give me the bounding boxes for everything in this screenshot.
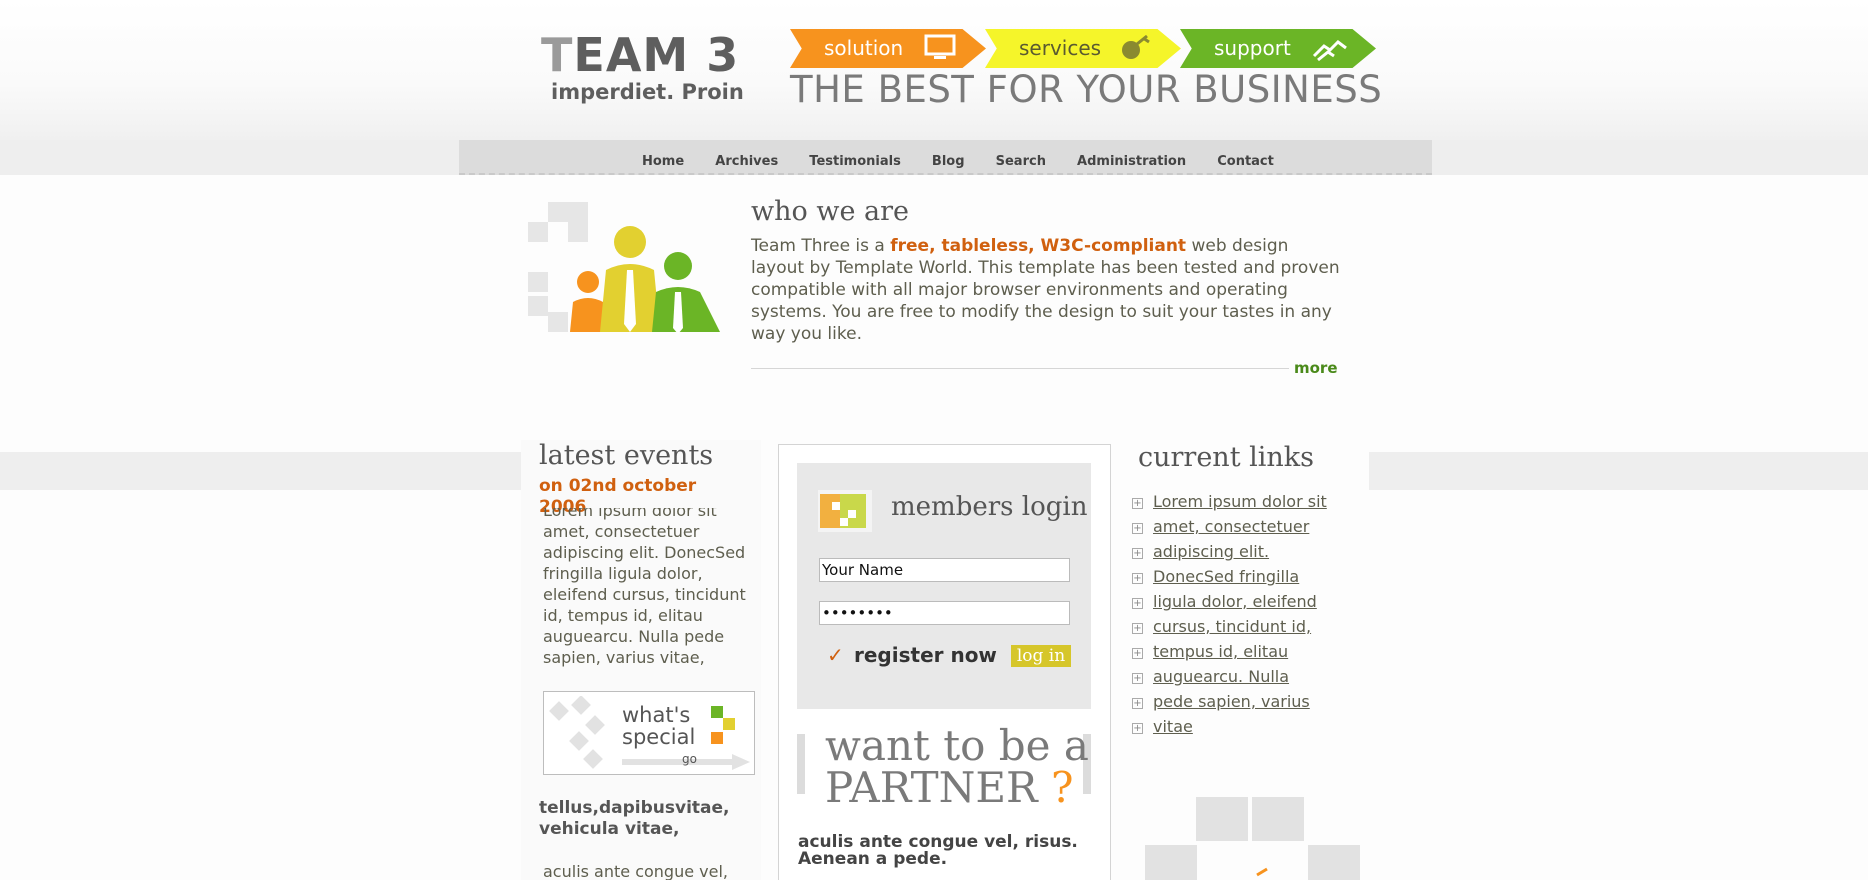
list-item: + cursus, tincidunt id, xyxy=(1131,617,1327,642)
nav-administration[interactable]: Administration xyxy=(1077,154,1186,169)
partner-word: PARTNER xyxy=(825,763,1038,812)
link-item[interactable]: tempus id, elitau xyxy=(1153,642,1288,661)
link-item[interactable]: auguearcu. Nulla xyxy=(1153,667,1289,686)
event-text-body: Lorem ipsum dolor sit amet, consectetuer… xyxy=(543,508,746,667)
tools-icon xyxy=(1122,34,1150,59)
logo-title-rest: EAM 3 xyxy=(573,28,740,82)
content-band-left xyxy=(0,452,521,490)
tab-solution-label: solution xyxy=(824,36,904,60)
password-input[interactable] xyxy=(819,601,1070,625)
who-we-are-text: Team Three is a free, tableless, W3C-com… xyxy=(751,235,1341,345)
team-illustration xyxy=(528,202,720,334)
tab-services[interactable]: services xyxy=(985,29,1181,68)
special-go-label: go xyxy=(682,752,697,766)
list-item: + pede sapien, varius xyxy=(1131,692,1327,717)
who-we-are-heading: who we are xyxy=(751,196,909,227)
plus-icon: + xyxy=(1132,548,1143,559)
link-item[interactable]: cursus, tincidunt id, xyxy=(1153,617,1311,636)
link-item[interactable]: Lorem ipsum dolor sit xyxy=(1153,492,1327,511)
computer-icon xyxy=(924,34,956,59)
site-logo[interactable]: TEAM 3 imperdiet. Proin xyxy=(541,32,744,104)
nav-band-left xyxy=(0,140,459,175)
plus-icon: + xyxy=(1132,523,1143,534)
nav-contact[interactable]: Contact xyxy=(1217,154,1274,169)
links-list: + Lorem ipsum dolor sit + amet, consectetu… xyxy=(1131,492,1327,742)
plus-icon: + xyxy=(1132,498,1143,509)
list-item: + tempus id, elitau xyxy=(1131,642,1327,667)
list-item: + adipiscing elit. xyxy=(1131,542,1327,567)
divider xyxy=(751,368,1289,369)
link-item[interactable]: ligula dolor, eleifend xyxy=(1153,592,1317,611)
link-item[interactable]: pede sapien, varius xyxy=(1153,692,1310,711)
nav-home[interactable]: Home xyxy=(642,154,684,169)
nav-band-right xyxy=(1432,140,1868,175)
plus-icon: + xyxy=(1132,598,1143,609)
special-line1: what's xyxy=(622,703,691,727)
list-item: + amet, consectetuer xyxy=(1131,517,1327,542)
plus-icon: + xyxy=(1132,573,1143,584)
list-item: + DonecSed fringilla xyxy=(1131,567,1327,592)
decorative-blocks xyxy=(1145,797,1360,880)
logo-subtitle: imperdiet. Proin xyxy=(551,80,744,104)
whats-special-banner[interactable]: what's special go xyxy=(543,691,755,775)
partner-line2: PARTNER ? xyxy=(825,766,1074,810)
plus-icon: + xyxy=(1132,698,1143,709)
login-button[interactable]: log in xyxy=(1011,645,1071,667)
nav-testimonials[interactable]: Testimonials xyxy=(809,154,901,169)
register-link[interactable]: register now xyxy=(854,643,997,667)
link-item[interactable]: vitae xyxy=(1153,717,1193,736)
event-text: Lorem ipsum dolor sit amet, consectetuer… xyxy=(543,508,753,676)
checkmark-icon: ✓ xyxy=(827,643,844,667)
main-nav: Home Archives Testimonials Blog Search A… xyxy=(642,150,1300,169)
nav-blog[interactable]: Blog xyxy=(932,154,965,169)
current-links-heading: current links xyxy=(1138,442,1315,473)
tab-support-label: support xyxy=(1214,36,1291,60)
logo-first-letter: T xyxy=(541,28,574,82)
special-squares-icon xyxy=(711,706,735,744)
link-item[interactable]: DonecSed fringilla xyxy=(1153,567,1299,586)
logo-title: TEAM 3 xyxy=(541,32,744,78)
who-text-highlight: free, tableless, W3C-compliant xyxy=(890,236,1187,256)
special-pattern-icon xyxy=(549,696,605,769)
plus-icon: + xyxy=(1132,648,1143,659)
more-link[interactable]: more xyxy=(1294,359,1338,377)
members-icon xyxy=(818,490,872,532)
latest-events-heading: latest events xyxy=(539,440,714,471)
nav-search[interactable]: Search xyxy=(996,154,1046,169)
tab-support[interactable]: support xyxy=(1180,29,1376,68)
special-line2: special xyxy=(622,725,696,749)
list-item: + auguearcu. Nulla xyxy=(1131,667,1327,692)
handshake-icon xyxy=(1312,40,1347,62)
header-tabs: solution services support xyxy=(790,29,1376,68)
events-subtext: aculis ante congue vel, xyxy=(543,862,728,880)
content-band-right xyxy=(1369,452,1868,490)
tab-services-label: services xyxy=(1019,36,1102,60)
special-text: what's special xyxy=(622,704,695,748)
partner-line1: want to be a xyxy=(825,721,1089,770)
tab-solution[interactable]: solution xyxy=(790,29,986,68)
who-text-intro: Team Three is a xyxy=(751,236,891,256)
list-item: + Lorem ipsum dolor sit xyxy=(1131,492,1327,517)
link-item[interactable]: amet, consectetuer xyxy=(1153,517,1309,536)
partner-bar-left xyxy=(797,734,805,794)
plus-icon: + xyxy=(1132,623,1143,634)
partner-question-mark: ? xyxy=(1051,763,1074,812)
list-item: + vitae xyxy=(1131,717,1327,742)
members-login-heading: members login xyxy=(891,492,1088,522)
plus-icon: + xyxy=(1132,673,1143,684)
link-item[interactable]: adipiscing elit. xyxy=(1153,542,1269,561)
nav-archives[interactable]: Archives xyxy=(715,154,778,169)
username-input[interactable] xyxy=(819,558,1070,582)
events-subheading: tellus,dapibusvitae, vehicula vitae, xyxy=(539,798,730,839)
partner-banner[interactable]: want to be a PARTNER ? xyxy=(797,721,1091,810)
middle-subheading: aculis ante congue vel, risus. Aenean a … xyxy=(798,832,1078,869)
plus-icon: + xyxy=(1132,723,1143,734)
slogan: THE BEST FOR YOUR BUSINESS xyxy=(790,68,1383,111)
list-item: + ligula dolor, eleifend xyxy=(1131,592,1327,617)
